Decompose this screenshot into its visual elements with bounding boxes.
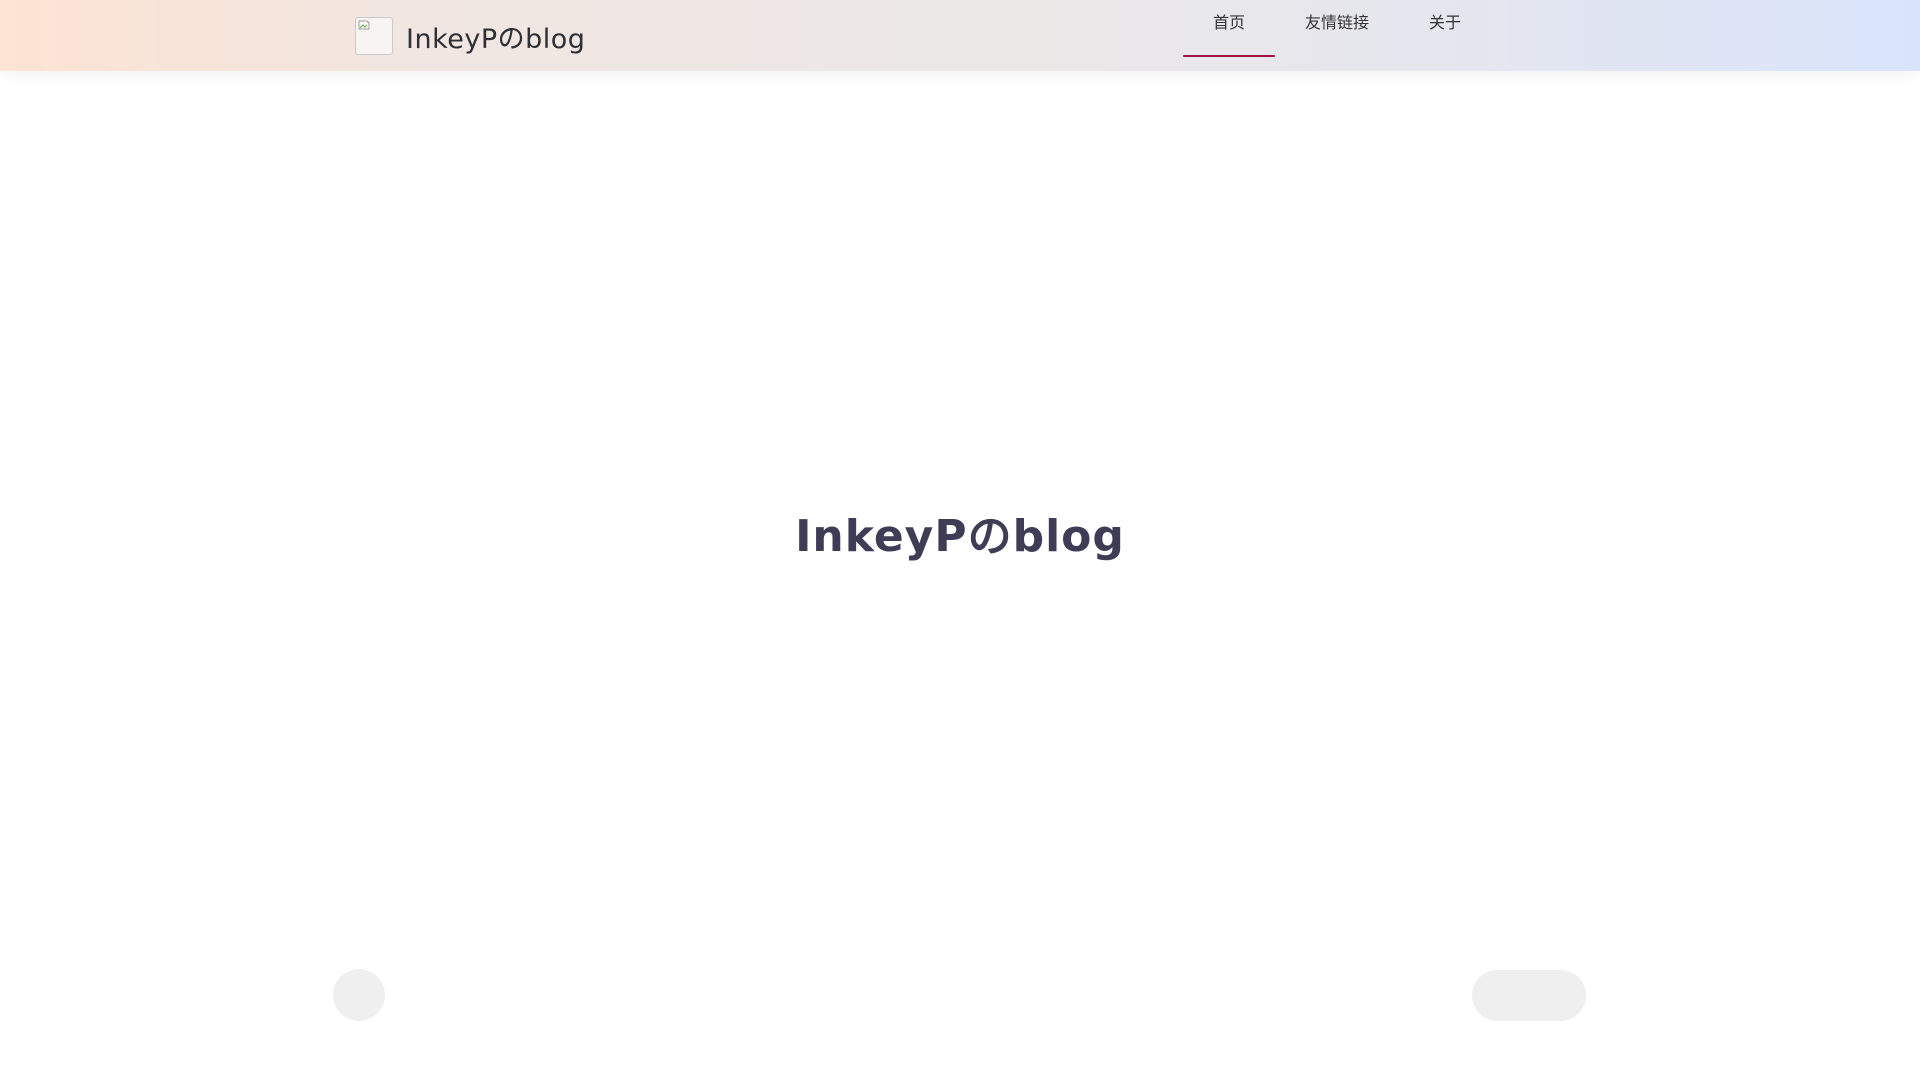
loading-placeholder-pill xyxy=(1472,970,1586,1021)
loading-placeholder-circle xyxy=(333,969,385,1021)
active-nav-underline xyxy=(1183,55,1276,57)
brand-link[interactable]: InkeyPのblog xyxy=(355,16,585,56)
nav-item-about[interactable]: 关于 xyxy=(1399,0,1491,58)
nav-item-label: 关于 xyxy=(1429,13,1462,32)
hero-title: InkeyPのblog xyxy=(795,511,1125,562)
nav-item-label: 首页 xyxy=(1213,13,1246,32)
top-navbar: InkeyPのblog 首页 友情链接 关于 xyxy=(0,0,1920,71)
main-nav: 首页 友情链接 关于 xyxy=(1183,0,1491,71)
nav-item-friend-links[interactable]: 友情链接 xyxy=(1275,0,1399,58)
site-logo xyxy=(355,17,393,55)
nav-item-label: 友情链接 xyxy=(1305,13,1370,32)
brand-name: InkeyPのblog xyxy=(406,23,586,55)
nav-item-home[interactable]: 首页 xyxy=(1183,0,1276,58)
broken-image-icon xyxy=(358,20,370,30)
page: InkeyPのblog 首页 友情链接 关于 InkeyPのblog xyxy=(0,0,1920,1080)
